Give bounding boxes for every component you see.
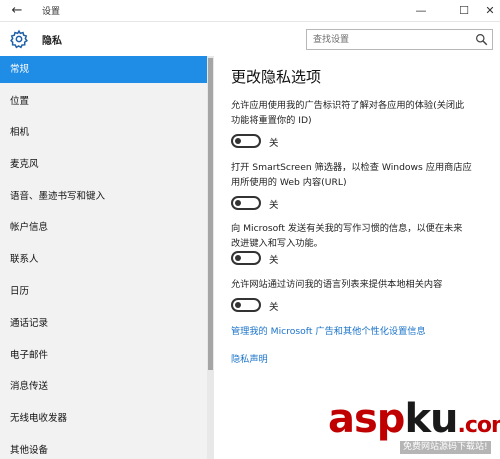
toggle-knob [235,255,241,261]
section-heading: 更改隐私选项 [231,68,322,86]
option-language-list-description: 允许网站通过访问我的语言列表来提供本地相关内容 [231,277,493,292]
page-title: 隐私 [42,36,62,47]
description-line: 向 Microsoft 发送有关我的写作习惯的信息，以便在未来 [231,223,463,234]
gear-icon [10,29,28,49]
sidebar-item-call-history[interactable]: 通话记录 [0,310,207,337]
scrollbar-thumb[interactable] [208,58,213,370]
toggle-language-list-state: 关 [269,302,279,313]
title-bar: ← 设置 — ☐ ✕ [0,0,500,22]
sidebar-item-speech-inking-typing[interactable]: 语音、墨迹书写和键入 [0,183,207,210]
search-icon[interactable] [475,33,488,46]
sidebar-item-location[interactable]: 位置 [0,88,207,115]
sidebar-item-messaging[interactable]: 消息传送 [0,373,207,400]
toggle-smartscreen-state: 关 [269,200,279,211]
toggle-knob [235,138,241,144]
watermark-text-c: .com [457,413,500,438]
description-line: 用所使用的 Web 内容(URL) [231,177,347,188]
sidebar: 常规 位置 相机 麦克风 语音、墨迹书写和键入 帐户信息 联系人 日历 通话记录… [0,56,207,459]
toggle-advertising-id-state: 关 [269,138,279,149]
option-advertising-id-description: 允许应用使用我的广告标识符了解对各应用的体验(关闭此 功能将重置你的 ID) [231,98,493,128]
watermark-subtitle: 免费网站源码下载站! [400,441,491,454]
sidebar-item-microphone[interactable]: 麦克风 [0,151,207,178]
description-line: 允许网站通过访问我的语言列表来提供本地相关内容 [231,279,443,290]
sidebar-item-radios[interactable]: 无线电收发器 [0,405,207,432]
privacy-statement-link[interactable]: 隐私声明 [231,351,268,365]
option-smartscreen-description: 打开 SmartScreen 筛选器，以检查 Windows 应用商店应 用所使… [231,160,493,190]
description-line: 打开 SmartScreen 筛选器，以检查 Windows 应用商店应 [231,162,472,173]
sidebar-item-contacts[interactable]: 联系人 [0,246,207,273]
description-line: 功能将重置你的 ID) [231,115,312,126]
toggle-knob [235,302,241,308]
toggle-smartscreen[interactable] [231,196,261,210]
page-header: 隐私 [0,22,500,56]
sidebar-item-general[interactable]: 常规 [0,56,207,83]
search-box[interactable] [306,29,493,50]
minimize-button[interactable]: — [412,2,430,20]
window-title: 设置 [42,7,61,17]
description-line: 改进键入和写入功能。 [231,238,323,249]
toggle-language-list[interactable] [231,298,261,312]
sidebar-item-calendar[interactable]: 日历 [0,278,207,305]
description-line: 允许应用使用我的广告标识符了解对各应用的体验(关闭此 [231,100,465,111]
sidebar-item-other-devices[interactable]: 其他设备 [0,437,207,459]
sidebar-item-camera[interactable]: 相机 [0,119,207,146]
option-writing-info-description: 向 Microsoft 发送有关我的写作习惯的信息，以便在未来 改进键入和写入功… [231,221,493,251]
watermark-text-a: asp [328,396,405,442]
toggle-advertising-id[interactable] [231,134,261,148]
search-input[interactable] [307,30,472,49]
watermark-text-b: ku [404,396,458,442]
manage-ads-link[interactable]: 管理我的 Microsoft 广告和其他个性化设置信息 [231,323,426,337]
watermark-logo: aspku.com [328,398,500,447]
maximize-button[interactable]: ☐ [455,2,473,20]
close-button[interactable]: ✕ [481,2,499,20]
toggle-writing-info[interactable] [231,251,261,265]
back-arrow-icon[interactable]: ← [9,3,25,19]
sidebar-item-account-info[interactable]: 帐户信息 [0,214,207,241]
toggle-writing-info-state: 关 [269,255,279,266]
sidebar-item-email[interactable]: 电子邮件 [0,342,207,369]
sidebar-scrollbar[interactable] [207,56,214,459]
toggle-knob [235,200,241,206]
